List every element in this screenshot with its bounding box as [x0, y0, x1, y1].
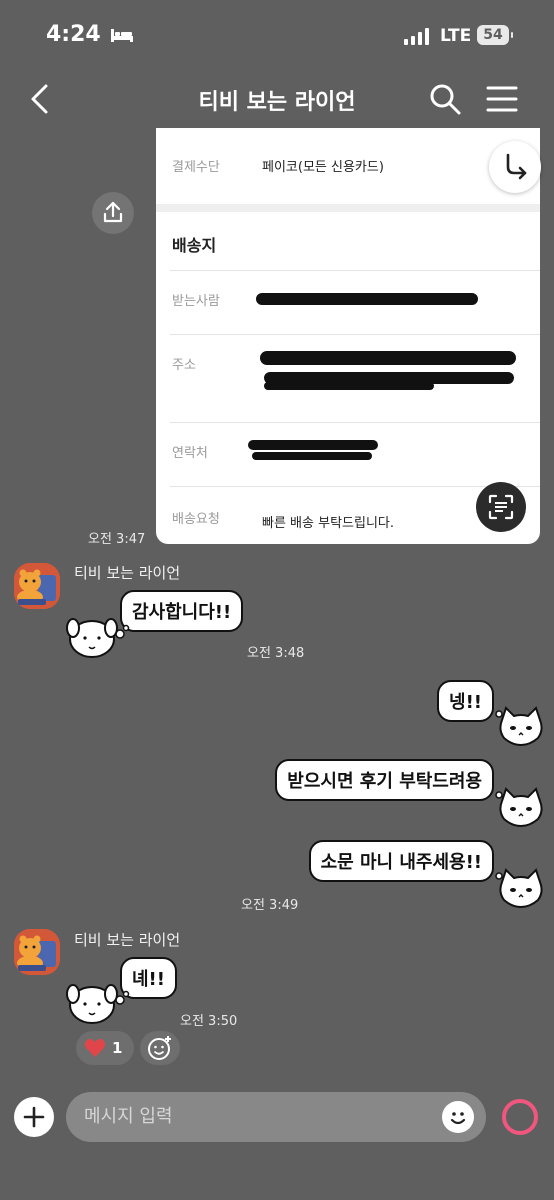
timestamp: 오전 3:49 — [241, 898, 299, 913]
emoticon-button[interactable] — [442, 1101, 474, 1133]
redaction-mark — [264, 382, 434, 390]
divider — [170, 422, 540, 423]
cat-emoticon-icon — [495, 706, 543, 746]
request-value: 빠른 배송 부탁드립니다. — [262, 516, 394, 531]
cat-emoticon-icon — [495, 868, 543, 908]
status-time: 4:24 — [46, 22, 101, 47]
timestamp: 오전 3:48 — [247, 646, 305, 661]
heart-reaction[interactable]: 1 — [76, 1031, 134, 1065]
section-divider — [156, 204, 540, 212]
attach-button[interactable] — [14, 1097, 54, 1137]
heart-icon — [84, 1039, 106, 1057]
message-bubble[interactable]: 감사합니다!! — [120, 590, 244, 632]
menu-button[interactable] — [486, 84, 518, 114]
sleep-mode-icon — [111, 29, 133, 42]
ryan-avatar-icon — [14, 563, 60, 609]
reaction-count: 1 — [112, 1039, 123, 1057]
sender-avatar[interactable] — [14, 563, 60, 609]
forward-button[interactable] — [489, 141, 541, 193]
sender-avatar[interactable] — [14, 929, 60, 975]
contact-label: 연락처 — [172, 446, 208, 461]
smiley-icon — [450, 1112, 466, 1125]
add-reaction-button[interactable] — [140, 1031, 180, 1065]
payment-label: 결제수단 — [172, 160, 220, 175]
puppy-emoticon-icon — [66, 618, 130, 658]
signal-icon — [404, 28, 429, 45]
divider — [170, 334, 540, 335]
plus-icon — [23, 1106, 45, 1128]
sender-name: 티비 보는 라이언 — [74, 564, 181, 582]
request-label: 배송요청 — [172, 512, 220, 527]
redaction-mark — [252, 452, 372, 460]
chat-title: 티비 보는 라이언 — [198, 90, 356, 115]
timestamp: 오전 3:50 — [180, 1014, 238, 1029]
my-message-bubble[interactable]: 넹!! — [437, 680, 494, 722]
hashtag-search-button[interactable] — [500, 1097, 540, 1137]
timestamp: 오전 3:47 — [88, 532, 146, 547]
redaction-mark — [260, 351, 516, 365]
ryan-avatar-icon — [14, 929, 60, 975]
address-label: 주소 — [172, 358, 196, 373]
network-label: LTE — [440, 26, 472, 46]
search-button[interactable] — [428, 82, 462, 116]
redaction-mark — [248, 440, 378, 450]
upload-icon — [103, 201, 123, 223]
puppy-emoticon-icon — [66, 984, 130, 1024]
cat-emoticon-icon — [495, 787, 543, 827]
redaction-mark — [256, 293, 478, 305]
add-emoji-icon — [148, 1036, 171, 1060]
divider — [170, 270, 540, 271]
payment-value: 페이코(모든 신용카드) — [262, 160, 384, 175]
sender-name: 티비 보는 라이언 — [74, 931, 181, 949]
battery-icon: 54 — [477, 25, 513, 45]
shipping-title: 배송지 — [172, 236, 217, 255]
share-button[interactable] — [92, 192, 134, 234]
recipient-label: 받는사람 — [172, 294, 220, 309]
my-message-bubble[interactable]: 받으시면 후기 부탁드려용 — [275, 759, 494, 801]
scan-icon — [488, 494, 514, 520]
my-message-bubble[interactable]: 소문 마니 내주세용!! — [308, 840, 494, 882]
message-input[interactable]: 메시지 입력 — [66, 1092, 486, 1142]
forward-arrow-icon — [506, 153, 527, 180]
text-scan-button[interactable] — [476, 482, 526, 532]
